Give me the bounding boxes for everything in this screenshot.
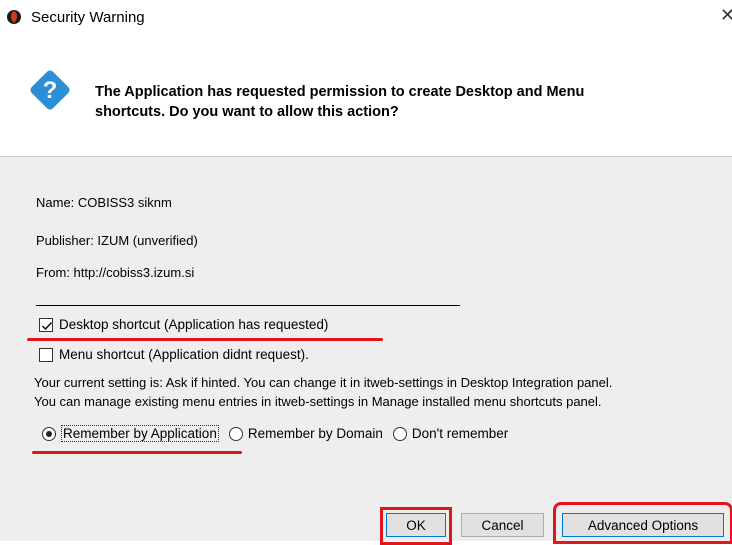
- menu-shortcut-label: Menu shortcut (Application didnt request…: [59, 347, 309, 362]
- dialog-header: ? The Application has requested permissi…: [0, 34, 732, 157]
- settings-note-line-1: Your current setting is: Ask if hinted. …: [34, 375, 613, 390]
- svg-text:?: ?: [43, 77, 58, 104]
- menu-shortcut-checkbox-row[interactable]: Menu shortcut (Application didnt request…: [39, 347, 309, 362]
- permission-message: The Application has requested permission…: [95, 82, 695, 122]
- app-name: Name: COBISS3 siknm: [36, 195, 172, 210]
- desktop-shortcut-checkbox-row[interactable]: Desktop shortcut (Application has reques…: [39, 317, 328, 332]
- dialog-content: Name: COBISS3 siknm Publisher: IZUM (unv…: [0, 157, 732, 545]
- remember-by-application-radio[interactable]: [42, 426, 56, 441]
- cancel-button[interactable]: Cancel: [461, 513, 544, 537]
- separator: [36, 305, 460, 306]
- annotation-underline-remember: [32, 451, 242, 454]
- close-icon[interactable]: ✕: [720, 5, 732, 26]
- annotation-box-ok: [380, 507, 452, 545]
- title-bar: Security Warning ✕: [0, 0, 732, 34]
- annotation-box-advanced: [553, 502, 732, 544]
- remember-by-application-label: Remember by Application: [61, 425, 219, 442]
- settings-note-line-2: You can manage existing menu entries in …: [34, 394, 602, 409]
- remember-by-application-option[interactable]: Remember by Application: [42, 425, 219, 442]
- app-publisher: Publisher: IZUM (unverified): [36, 233, 198, 248]
- dont-remember-option[interactable]: Don't remember: [392, 426, 509, 441]
- question-icon: ?: [26, 66, 74, 114]
- menu-shortcut-checkbox[interactable]: [39, 347, 53, 362]
- dont-remember-label: Don't remember: [411, 426, 509, 441]
- remember-by-domain-label: Remember by Domain: [247, 426, 383, 441]
- java-cup-icon: [6, 9, 22, 25]
- window-title: Security Warning: [31, 9, 145, 26]
- desktop-shortcut-label: Desktop shortcut (Application has reques…: [59, 317, 329, 332]
- remember-by-domain-option[interactable]: Remember by Domain: [228, 426, 383, 441]
- message-line-2: shortcuts. Do you want to allow this act…: [95, 104, 399, 120]
- annotation-underline-desktop: [27, 338, 383, 341]
- message-line-1: The Application has requested permission…: [95, 84, 585, 100]
- app-source: From: http://cobiss3.izum.si: [36, 265, 195, 280]
- settings-note: Your current setting is: Ask if hinted. …: [34, 373, 724, 411]
- remember-options: Remember by Application Remember by Doma…: [42, 425, 518, 442]
- dont-remember-radio[interactable]: [392, 426, 407, 441]
- remember-by-domain-radio[interactable]: [228, 426, 243, 441]
- desktop-shortcut-checkbox[interactable]: [39, 317, 53, 332]
